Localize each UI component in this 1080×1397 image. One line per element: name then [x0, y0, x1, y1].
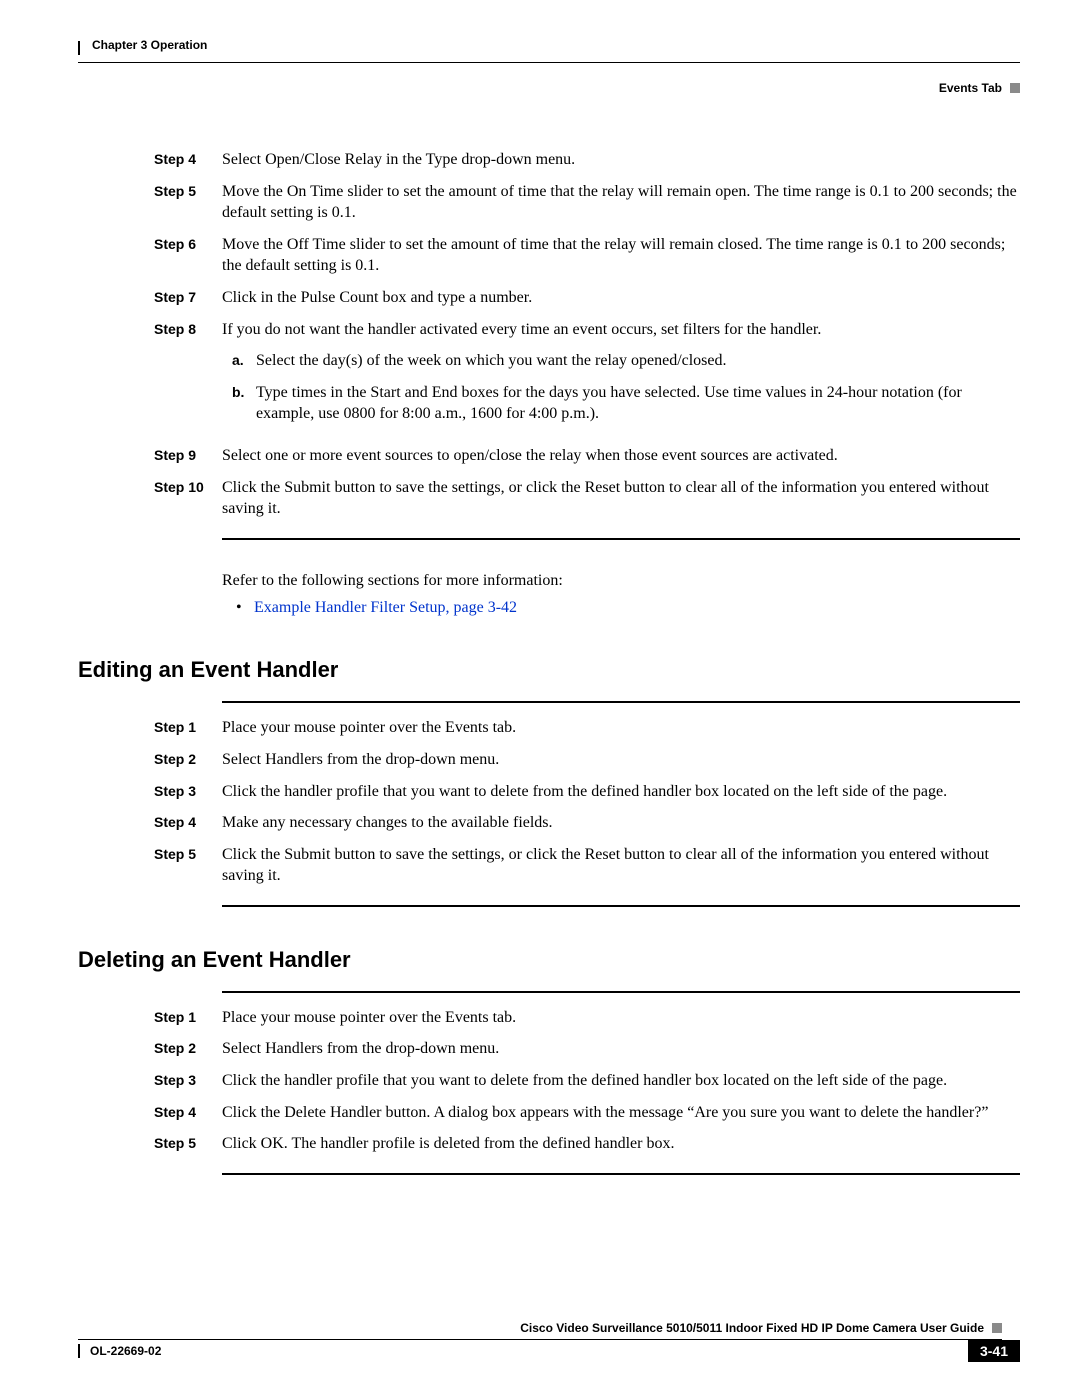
step-text: Move the On Time slider to set the amoun… — [222, 181, 1020, 224]
bullet-icon: • — [236, 599, 254, 617]
refer-paragraph: Refer to the following sections for more… — [222, 570, 1020, 592]
steps-group-c: Step 1 Place your mouse pointer over the… — [154, 1007, 1020, 1155]
step-text: Click the Delete Handler button. A dialo… — [222, 1102, 1020, 1124]
main-content: Step 4 Select Open/Close Relay in the Ty… — [60, 149, 1020, 1175]
sub-row: a. Select the day(s) of the week on whic… — [232, 350, 1020, 372]
step-text: Place your mouse pointer over the Events… — [222, 1007, 1020, 1029]
step-label: Step 10 — [154, 477, 222, 520]
heading-deleting: Deleting an Event Handler — [78, 947, 1020, 973]
page-footer: Cisco Video Surveillance 5010/5011 Indoo… — [60, 1321, 1020, 1362]
sub-label: a. — [232, 350, 256, 372]
chapter-label: Chapter 3 Operation — [92, 38, 207, 52]
step-label: Step 9 — [154, 445, 222, 467]
step-text: Select one or more event sources to open… — [222, 445, 1020, 467]
step-row: Step 2 Select Handlers from the drop-dow… — [154, 749, 1020, 771]
sub-list: a. Select the day(s) of the week on whic… — [222, 350, 1020, 425]
footer-marker-icon — [992, 1323, 1002, 1333]
step-text: If you do not want the handler activated… — [222, 321, 821, 338]
step-label: Step 3 — [154, 781, 222, 803]
section-divider — [222, 905, 1020, 907]
section-divider — [222, 1173, 1020, 1175]
step-label: Step 2 — [154, 1038, 222, 1060]
cross-ref-link[interactable]: Example Handler Filter Setup, page 3-42 — [254, 599, 517, 617]
step-row: Step 4 Click the Delete Handler button. … — [154, 1102, 1020, 1124]
footer-doc-id: OL-22669-02 — [90, 1344, 161, 1358]
sub-label: b. — [232, 382, 256, 425]
step-row: Step 3 Click the handler profile that yo… — [154, 1070, 1020, 1092]
bullet-row: • Example Handler Filter Setup, page 3-4… — [236, 599, 1020, 617]
step-row: Step 5 Move the On Time slider to set th… — [154, 181, 1020, 224]
step-row: Step 7 Click in the Pulse Count box and … — [154, 287, 1020, 309]
step-row: Step 5 Click the Submit button to save t… — [154, 844, 1020, 887]
step-text: Select Open/Close Relay in the Type drop… — [222, 149, 1020, 171]
footer-doc-title: Cisco Video Surveillance 5010/5011 Indoo… — [520, 1321, 984, 1335]
step-text: Click OK. The handler profile is deleted… — [222, 1133, 1020, 1155]
step-text: Click the Submit button to save the sett… — [222, 844, 1020, 887]
sub-row: b. Type times in the Start and End boxes… — [232, 382, 1020, 425]
step-label: Step 5 — [154, 844, 222, 887]
step-label: Step 4 — [154, 1102, 222, 1124]
step-text: Place your mouse pointer over the Events… — [222, 717, 1020, 739]
step-label: Step 2 — [154, 749, 222, 771]
step-text: Click in the Pulse Count box and type a … — [222, 287, 1020, 309]
step-row: Step 4 Make any necessary changes to the… — [154, 812, 1020, 834]
step-row: Step 6 Move the Off Time slider to set t… — [154, 234, 1020, 277]
step-label: Step 3 — [154, 1070, 222, 1092]
section-divider — [222, 538, 1020, 540]
step-row: Step 2 Select Handlers from the drop-dow… — [154, 1038, 1020, 1060]
section-marker-icon — [1010, 83, 1020, 93]
step-label: Step 1 — [154, 1007, 222, 1029]
step-label: Step 4 — [154, 149, 222, 171]
step-label: Step 4 — [154, 812, 222, 834]
page: Chapter 3 Operation Events Tab Step 4 Se… — [0, 0, 1080, 1397]
footer-rule-marker — [78, 1344, 80, 1358]
header-rule-marker — [78, 41, 80, 55]
step-text: Make any necessary changes to the availa… — [222, 812, 1020, 834]
step-row: Step 9 Select one or more event sources … — [154, 445, 1020, 467]
step-label: Step 5 — [154, 1133, 222, 1155]
heading-editing: Editing an Event Handler — [78, 657, 1020, 683]
step-label: Step 5 — [154, 181, 222, 224]
step-row: Step 8 If you do not want the handler ac… — [154, 319, 1020, 435]
step-text: Move the Off Time slider to set the amou… — [222, 234, 1020, 277]
step-row: Step 1 Place your mouse pointer over the… — [154, 717, 1020, 739]
step-row: Step 10 Click the Submit button to save … — [154, 477, 1020, 520]
page-header: Chapter 3 Operation — [78, 35, 1020, 60]
step-text: Click the handler profile that you want … — [222, 781, 1020, 803]
step-text: Click the handler profile that you want … — [222, 1070, 1020, 1092]
sub-text: Select the day(s) of the week on which y… — [256, 350, 1020, 372]
footer-rule — [78, 1339, 1002, 1340]
sub-text: Type times in the Start and End boxes fo… — [256, 382, 1020, 425]
section-label: Events Tab — [939, 81, 1002, 95]
section-divider — [222, 701, 1020, 703]
step-body-with-subs: If you do not want the handler activated… — [222, 319, 1020, 435]
steps-group-a: Step 4 Select Open/Close Relay in the Ty… — [154, 149, 1020, 520]
step-row: Step 5 Click OK. The handler profile is … — [154, 1133, 1020, 1155]
step-text: Select Handlers from the drop-down menu. — [222, 1038, 1020, 1060]
page-number: 3-41 — [968, 1340, 1020, 1362]
step-text: Select Handlers from the drop-down menu. — [222, 749, 1020, 771]
step-label: Step 6 — [154, 234, 222, 277]
section-divider — [222, 991, 1020, 993]
step-text: Click the Submit button to save the sett… — [222, 477, 1020, 520]
step-label: Step 1 — [154, 717, 222, 739]
step-row: Step 3 Click the handler profile that yo… — [154, 781, 1020, 803]
step-row: Step 4 Select Open/Close Relay in the Ty… — [154, 149, 1020, 171]
step-label: Step 8 — [154, 319, 222, 435]
step-label: Step 7 — [154, 287, 222, 309]
steps-group-b: Step 1 Place your mouse pointer over the… — [154, 717, 1020, 887]
step-row: Step 1 Place your mouse pointer over the… — [154, 1007, 1020, 1029]
